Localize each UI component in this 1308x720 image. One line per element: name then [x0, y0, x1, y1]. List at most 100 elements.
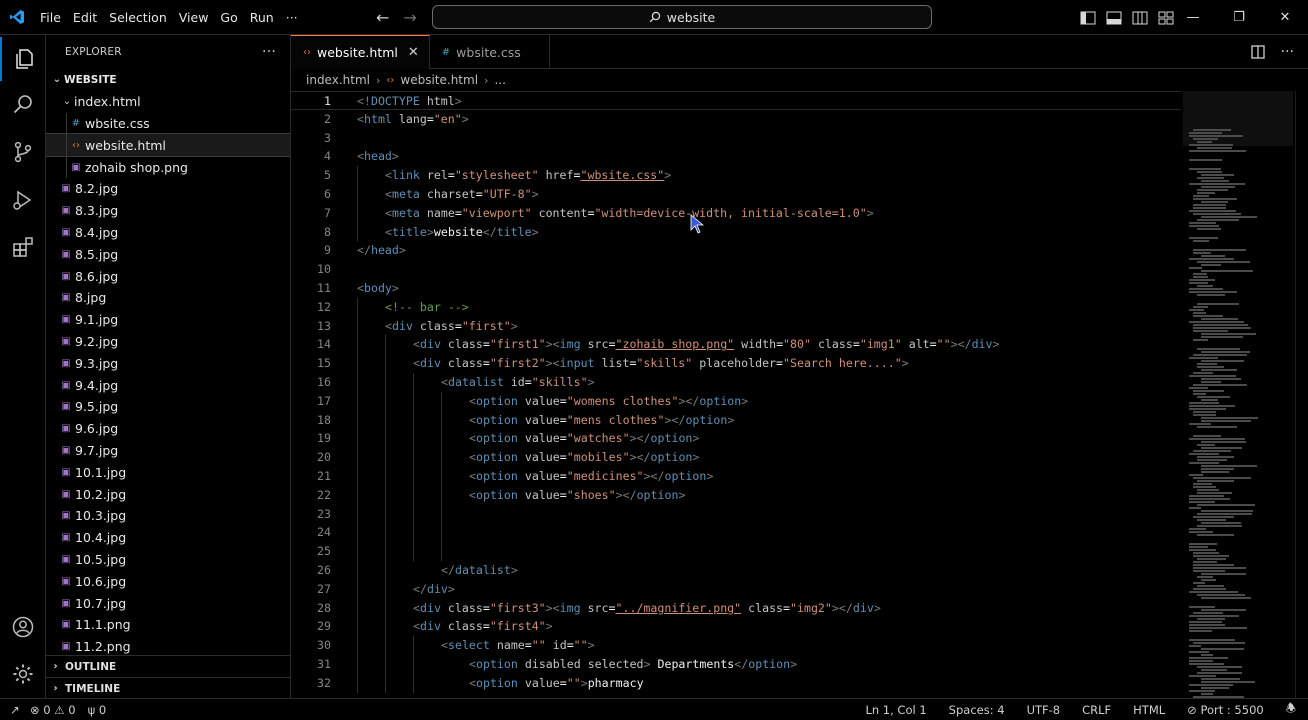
file-item[interactable]: ▣ 9.1.jpg: [46, 309, 290, 331]
outline-section[interactable]: › OUTLINE: [46, 655, 290, 677]
close-window-icon[interactable]: ✕: [1262, 10, 1308, 25]
code-line[interactable]: 8 <title>website</title>: [291, 223, 1181, 242]
file-item[interactable]: ▣ 10.5.jpg: [46, 549, 290, 571]
code-line[interactable]: 25: [291, 542, 1181, 561]
code-line[interactable]: 30 <select name="" id="">: [291, 636, 1181, 655]
code-line[interactable]: 14 <div class="first1"><img src="zohaib s…: [291, 335, 1181, 354]
code-line[interactable]: 32 <option value="">pharmacy: [291, 674, 1181, 693]
code-line[interactable]: 17 <option value="womens clothes"></optio…: [291, 392, 1181, 411]
code-line[interactable]: 29 <div class="first4">: [291, 617, 1181, 636]
file-item[interactable]: ▣ 10.2.jpg: [46, 483, 290, 505]
cursor-position[interactable]: Ln 1, Col 1: [865, 703, 926, 717]
manage-gear-icon[interactable]: [0, 652, 46, 696]
code-line[interactable]: 7 <meta name="viewport" content="width=de…: [291, 204, 1181, 223]
restore-icon[interactable]: ❐: [1216, 10, 1262, 25]
tab-website-html[interactable]: ‹› website.html ✕: [291, 35, 430, 69]
code-line[interactable]: 23: [291, 505, 1181, 524]
code-line[interactable]: 11 <body>: [291, 279, 1181, 298]
menu-selection[interactable]: Selection: [103, 0, 173, 35]
code-line[interactable]: 31 <option disabled selected> Departments…: [291, 655, 1181, 674]
code-line[interactable]: 21 <option value="medicines"></option>: [291, 467, 1181, 486]
encoding[interactable]: UTF-8: [1027, 703, 1061, 717]
code-line[interactable]: 13 <div class="first">: [291, 317, 1181, 336]
live-server-port[interactable]: ⊘ Port : 5500: [1187, 703, 1264, 717]
search-sidebar-icon[interactable]: [0, 83, 46, 127]
timeline-section[interactable]: › TIMELINE: [46, 677, 290, 698]
file-item[interactable]: ▣ 8.6.jpg: [46, 265, 290, 287]
file-item[interactable]: ▣ 9.2.jpg: [46, 331, 290, 353]
code-line[interactable]: 4 <head>: [291, 147, 1181, 166]
file-zohaib-shop-png[interactable]: ▣ zohaib shop.png: [46, 156, 290, 178]
code-line[interactable]: 12 <!-- bar -->: [291, 298, 1181, 317]
extensions-icon[interactable]: [0, 225, 46, 269]
code-line[interactable]: 20 <option value="mobiles"></option>: [291, 448, 1181, 467]
file-item[interactable]: ▣ 8.jpg: [46, 287, 290, 309]
code-editor[interactable]: 1 <!DOCTYPE html> 2 <html lang="en"> 3 4 <head…: [291, 91, 1181, 698]
ports-indicator[interactable]: ψ 0: [88, 703, 107, 717]
file-item[interactable]: ▣ 11.1.png: [46, 614, 290, 636]
more-actions-icon[interactable]: ···: [1281, 44, 1294, 60]
code-line[interactable]: 19 <option value="watches"></option>: [291, 429, 1181, 448]
file-item[interactable]: ▣ 9.6.jpg: [46, 418, 290, 440]
toggle-panel-icon[interactable]: [1106, 11, 1122, 25]
explorer-icon[interactable]: [0, 37, 46, 81]
file-item[interactable]: ▣ 10.7.jpg: [46, 592, 290, 614]
vertical-scrollbar[interactable]: [1295, 91, 1307, 698]
breadcrumb-symbol[interactable]: ...: [494, 73, 505, 87]
folder-website[interactable]: ⌄ WEBSITE: [46, 69, 290, 91]
folder-index-html[interactable]: ⌄ index.html: [46, 91, 290, 113]
close-tab-icon[interactable]: ✕: [408, 45, 419, 60]
code-line[interactable]: 28 <div class="first3"><img src="../magni…: [291, 599, 1181, 618]
file-item[interactable]: ▣ 9.3.jpg: [46, 352, 290, 374]
code-line[interactable]: 1 <!DOCTYPE html>: [291, 91, 1181, 110]
toggle-secondary-sidebar-icon[interactable]: [1132, 11, 1148, 25]
menu-go[interactable]: Go: [214, 0, 243, 35]
forward-arrow-icon[interactable]: →: [403, 8, 416, 27]
source-control-icon[interactable]: [0, 130, 46, 174]
end-of-line[interactable]: CRLF: [1082, 703, 1111, 717]
breadcrumb-file[interactable]: website.html: [400, 73, 478, 87]
file-item[interactable]: ▣ 10.3.jpg: [46, 505, 290, 527]
minimap[interactable]: [1183, 91, 1293, 698]
code-line[interactable]: 15 <div class="first2"><input list="skill…: [291, 354, 1181, 373]
code-line[interactable]: 18 <option value="mens clothes"></option>: [291, 411, 1181, 430]
code-line[interactable]: 9 </head>: [291, 241, 1181, 260]
code-line[interactable]: 10: [291, 260, 1181, 279]
file-wbsite-css[interactable]: # wbsite.css: [46, 112, 290, 135]
language-mode[interactable]: HTML: [1133, 703, 1165, 717]
menu-file[interactable]: File: [34, 0, 67, 35]
code-line[interactable]: 5 <link rel="stylesheet" href="wbsite.css…: [291, 166, 1181, 185]
run-and-debug-icon[interactable]: [0, 178, 46, 222]
code-line[interactable]: 26 </datalist>: [291, 561, 1181, 580]
menu-view[interactable]: View: [173, 0, 215, 35]
menu-edit[interactable]: Edit: [67, 0, 103, 35]
file-item[interactable]: ▣ 9.4.jpg: [46, 374, 290, 396]
toggle-primary-sidebar-icon[interactable]: [1080, 11, 1096, 25]
file-item[interactable]: ▣ 8.2.jpg: [46, 178, 290, 200]
file-item[interactable]: ▣ 8.3.jpg: [46, 200, 290, 222]
code-line[interactable]: 2 <html lang="en">: [291, 110, 1181, 129]
remote-indicator-icon[interactable]: ↗: [0, 703, 30, 717]
problems-indicator[interactable]: ⊗ 0 ⚠ 0: [30, 703, 76, 717]
breadcrumb-folder[interactable]: index.html: [306, 73, 370, 87]
code-line[interactable]: 16 <datalist id="skills">: [291, 373, 1181, 392]
file-item[interactable]: ▣ 9.7.jpg: [46, 440, 290, 462]
menu-more[interactable]: ···: [280, 0, 304, 35]
file-item[interactable]: ▣ 9.5.jpg: [46, 396, 290, 418]
tab-wbsite-css[interactable]: # wbsite.css: [430, 35, 550, 69]
split-editor-icon[interactable]: [1250, 45, 1265, 59]
file-item[interactable]: ▣ 8.5.jpg: [46, 243, 290, 265]
code-line[interactable]: 3: [291, 129, 1181, 148]
code-line[interactable]: 24: [291, 523, 1181, 542]
file-item[interactable]: ▣ 8.4.jpg: [46, 222, 290, 244]
minimize-icon[interactable]: —: [1170, 10, 1216, 25]
indentation[interactable]: Spaces: 4: [949, 703, 1005, 717]
code-line[interactable]: 6 <meta charset="UTF-8">: [291, 185, 1181, 204]
file-item[interactable]: ▣ 10.6.jpg: [46, 570, 290, 592]
file-item[interactable]: ▣ 10.1.jpg: [46, 461, 290, 483]
menu-run[interactable]: Run: [244, 0, 280, 35]
notifications-bell-icon[interactable]: 🕭: [1286, 701, 1296, 720]
code-line[interactable]: 22 <option value="shoes"></option>: [291, 486, 1181, 505]
file-website-html[interactable]: ‹› website.html: [46, 133, 290, 158]
command-center-search[interactable]: website: [432, 5, 932, 29]
